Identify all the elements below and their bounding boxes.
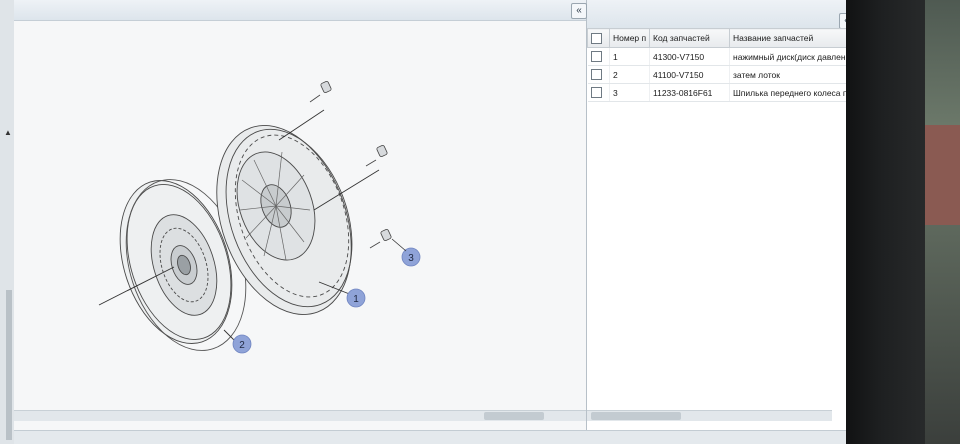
part-code: 41300-V7150 (649, 47, 730, 66)
parts-panel-header: « (587, 0, 855, 29)
callout-1[interactable]: 1 (346, 288, 366, 308)
diagram-hscroll-thumb[interactable] (484, 412, 544, 420)
monitor-bezel (846, 0, 936, 444)
part-name: затем лоток (729, 65, 853, 84)
table-row[interactable]: 3 11233-0816F61 Шпилька переднего колеса… (587, 83, 853, 102)
column-header-name[interactable]: Название запчастей (729, 28, 853, 48)
part-number: 1 (609, 47, 650, 66)
table-row[interactable]: 1 41300-V7150 нажимный диск(диск давлен.… (587, 47, 853, 66)
monitor-screen: ▲ « 1 2 3 Номер п Код запчастей Название… (0, 0, 860, 444)
callout-2-label: 2 (239, 340, 245, 351)
collapse-diagram-button[interactable]: « (571, 3, 587, 19)
select-all-checkbox[interactable] (591, 32, 602, 44)
diagram-panel-header: « (14, 0, 587, 21)
parts-table: Номер п Код запчастей Название запчастей… (587, 28, 853, 102)
callout-3[interactable]: 3 (401, 247, 421, 267)
callout-1-label: 1 (353, 294, 359, 305)
photo-stage: ▲ « 1 2 3 Номер п Код запчастей Название… (0, 0, 960, 444)
clutch-exploded-diagram: 1 2 3 (98, 81, 421, 354)
diagram-hscrollbar[interactable] (14, 410, 586, 421)
row-checkbox[interactable] (590, 87, 602, 99)
double-chevron-left-icon: « (576, 5, 582, 16)
column-header-code[interactable]: Код запчастей (649, 28, 730, 48)
part-name: Шпилька переднего колеса п (729, 83, 853, 102)
parts-hscrollbar[interactable] (587, 410, 832, 421)
callout-3-leader (391, 238, 407, 252)
parts-hscroll-thumb[interactable] (591, 412, 681, 420)
parts-table-header: Номер п Код запчастей Название запчастей (587, 28, 853, 48)
diagram-panel: « 1 2 3 (14, 0, 587, 430)
callout-2[interactable]: 2 (232, 334, 252, 354)
expand-icon[interactable]: ▲ (4, 128, 12, 137)
part-name: нажимный диск(диск давлен... (729, 47, 853, 66)
bottom-panel-strip (14, 430, 846, 444)
column-header-number[interactable]: Номер п (609, 28, 650, 48)
left-collapsed-panel: ▲ (0, 0, 15, 444)
callout-3-label: 3 (408, 253, 414, 264)
row-checkbox[interactable] (590, 51, 602, 63)
background-object (925, 125, 960, 225)
part-number: 3 (609, 83, 650, 102)
part-code: 41100-V7150 (649, 65, 730, 84)
part-number: 2 (609, 65, 650, 84)
row-checkbox[interactable] (590, 69, 602, 81)
table-row[interactable]: 2 41100-V7150 затем лоток (587, 65, 853, 84)
background-edge (925, 0, 960, 444)
left-scrollbar[interactable] (6, 290, 12, 440)
parts-panel: « Номер п Код запчастей Название запчаст… (587, 0, 855, 430)
part-code: 11233-0816F61 (649, 83, 730, 102)
select-all-column[interactable] (587, 28, 610, 48)
